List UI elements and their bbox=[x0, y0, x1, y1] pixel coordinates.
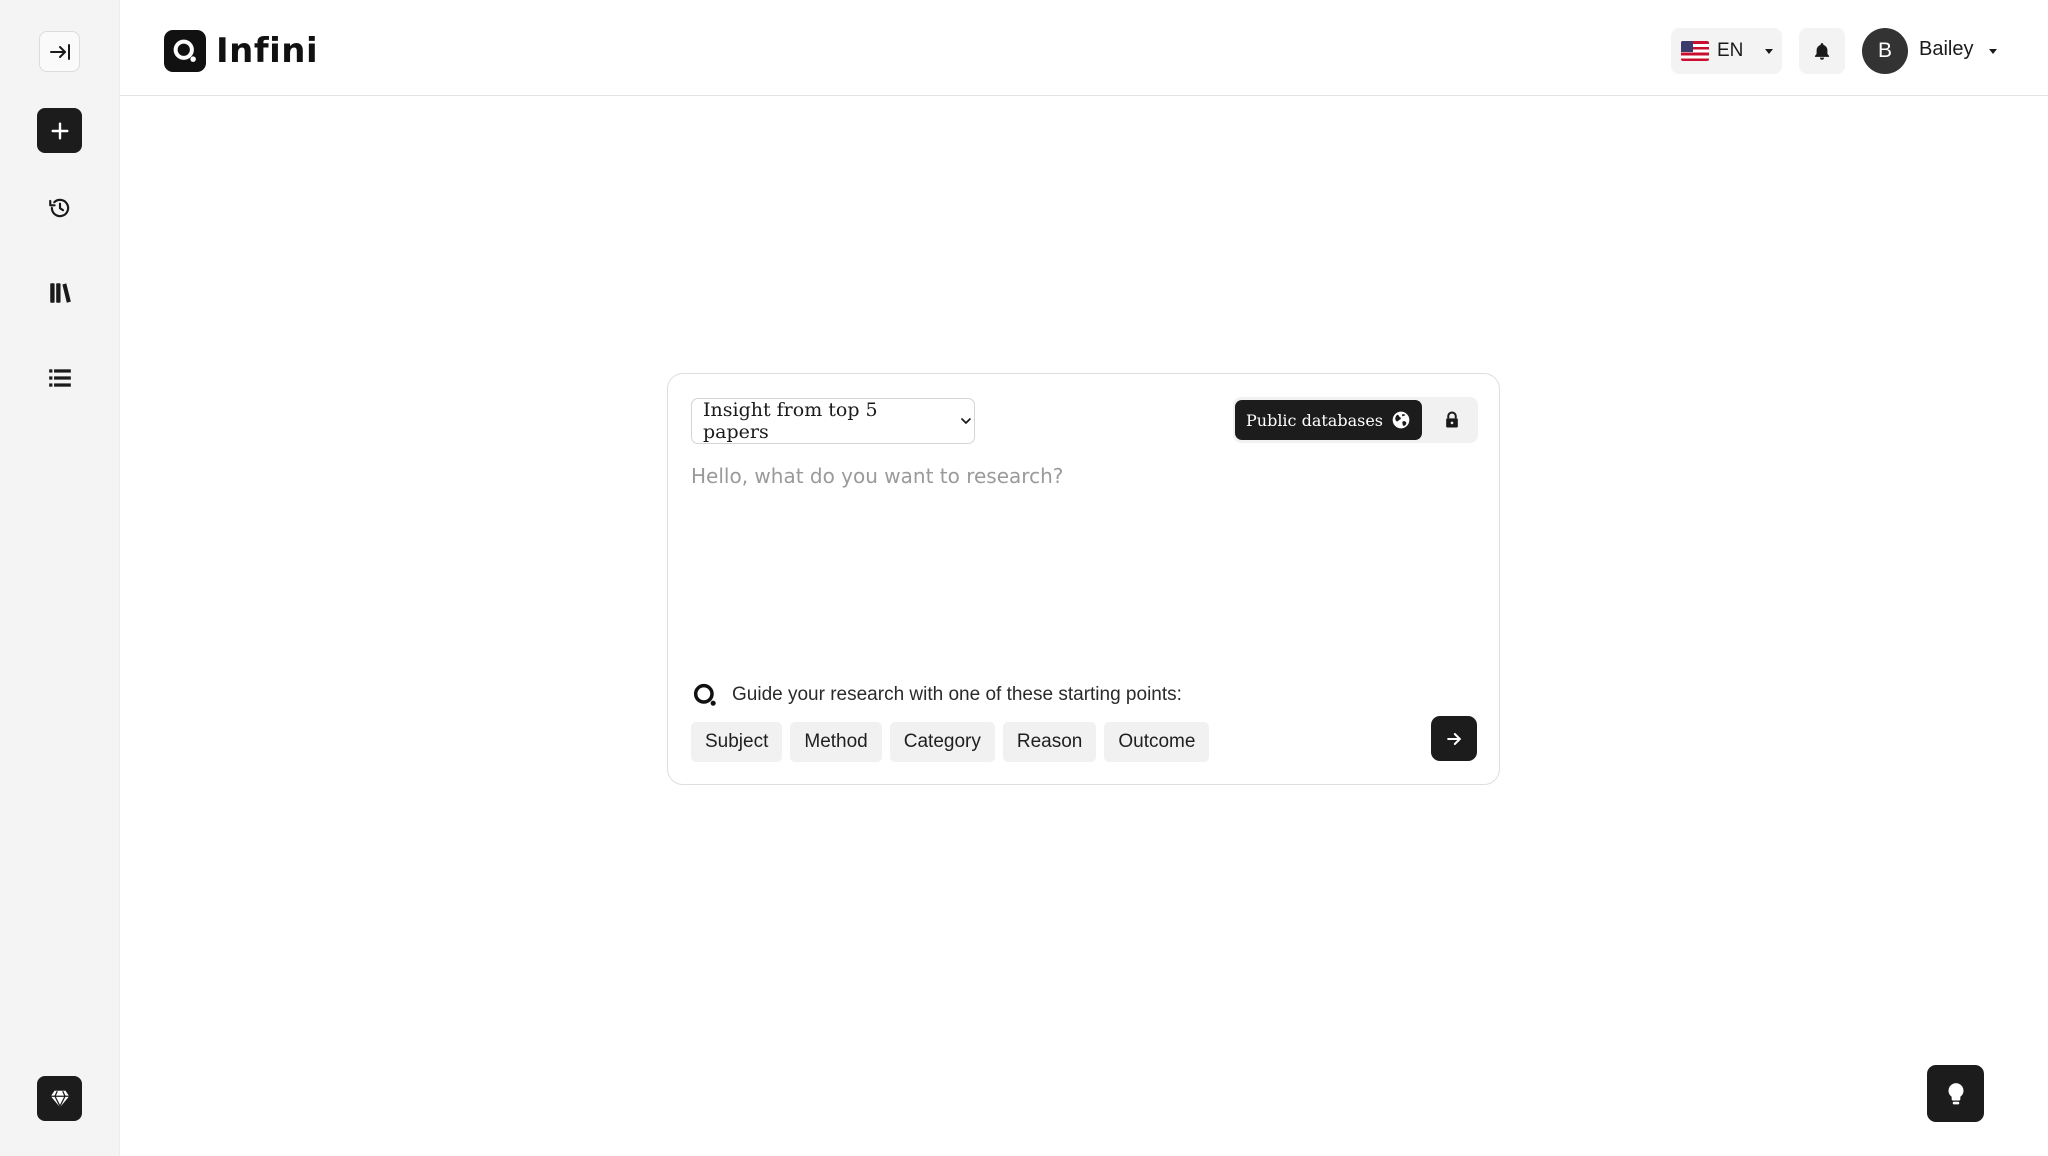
lightbulb-icon bbox=[1947, 1082, 1964, 1104]
user-name[interactable]: Bailey bbox=[1919, 38, 1973, 61]
tips-button[interactable] bbox=[1927, 1065, 1984, 1122]
lock-icon bbox=[1446, 411, 1458, 428]
starting-point-chips: Subject Method Category Reason Outcome bbox=[691, 722, 1210, 762]
notifications-button[interactable] bbox=[1799, 28, 1845, 74]
bell-icon bbox=[1814, 43, 1830, 60]
chip-reason[interactable]: Reason bbox=[1002, 722, 1097, 762]
research-mode-select[interactable]: Insight from top 5 papers bbox=[691, 398, 975, 444]
collapse-sidebar-button[interactable] bbox=[39, 31, 80, 72]
app-name: Infini bbox=[216, 31, 319, 71]
chevron-down-icon bbox=[961, 418, 971, 424]
guide-hint: Guide your research with one of these st… bbox=[691, 681, 1182, 709]
lists-button[interactable] bbox=[37, 355, 82, 400]
arrow-right-bar-icon bbox=[49, 43, 70, 60]
chip-outcome[interactable]: Outcome bbox=[1104, 722, 1210, 762]
send-button[interactable] bbox=[1431, 716, 1477, 761]
chip-subject[interactable]: Subject bbox=[691, 722, 783, 762]
list-icon bbox=[48, 368, 71, 387]
app-logo[interactable]: Infini bbox=[164, 30, 318, 72]
caret-down-icon bbox=[1765, 48, 1774, 54]
new-research-button[interactable] bbox=[37, 108, 82, 153]
premium-button[interactable] bbox=[37, 1076, 82, 1121]
history-icon bbox=[48, 198, 69, 217]
research-mode-label: Insight from top 5 papers bbox=[703, 399, 878, 443]
public-databases-button[interactable]: Public databases bbox=[1235, 400, 1422, 440]
library-button[interactable] bbox=[37, 270, 82, 315]
chip-category[interactable]: Category bbox=[889, 722, 995, 762]
user-menu-caret-icon[interactable] bbox=[1989, 49, 1997, 54]
history-button[interactable] bbox=[37, 185, 82, 230]
sidebar bbox=[0, 0, 120, 1156]
public-databases-label: Public databases bbox=[1246, 410, 1384, 430]
chip-method[interactable]: Method bbox=[790, 722, 882, 762]
top-header: Infini EN B Bailey bbox=[120, 0, 2048, 96]
infini-logo-icon bbox=[164, 30, 206, 72]
infini-small-logo-icon bbox=[693, 683, 716, 706]
us-flag-icon bbox=[1681, 41, 1709, 61]
guide-text: Guide your research with one of these st… bbox=[732, 684, 1182, 705]
globe-icon bbox=[1392, 411, 1410, 429]
private-databases-button[interactable] bbox=[1429, 400, 1475, 440]
research-prompt-input[interactable] bbox=[691, 464, 1476, 594]
plus-icon bbox=[50, 121, 69, 140]
arrow-right-icon bbox=[1447, 732, 1461, 745]
user-avatar[interactable]: B bbox=[1862, 28, 1908, 74]
database-toggle: Public databases bbox=[1233, 397, 1478, 443]
language-code: EN bbox=[1717, 40, 1744, 61]
books-icon bbox=[49, 282, 71, 303]
diamond-icon bbox=[50, 1090, 69, 1108]
language-selector[interactable]: EN bbox=[1671, 28, 1782, 74]
research-card: Insight from top 5 papers Public databas… bbox=[667, 373, 1500, 785]
